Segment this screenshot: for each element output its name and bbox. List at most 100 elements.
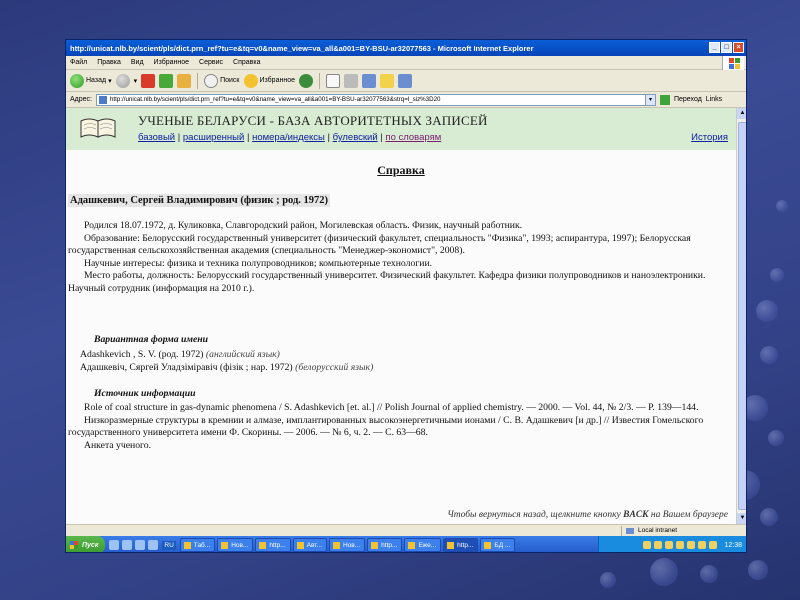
taskbar: Пуск RU Таб... Нов... http... Авт... Нов…	[66, 536, 746, 552]
bio-paragraph: Родился 18.07.1972, д. Куликовка, Славго…	[84, 220, 523, 231]
print-button[interactable]	[343, 73, 358, 88]
search-button[interactable]: Поиск	[204, 73, 240, 88]
language-indicator[interactable]: RU	[162, 540, 176, 550]
tray-icon[interactable]	[709, 541, 718, 549]
chevron-down-icon[interactable]: ▾	[134, 77, 138, 85]
variant-lang: (белорусский язык)	[295, 362, 374, 373]
open-book-icon	[80, 118, 116, 138]
start-button[interactable]: Пуск	[66, 536, 106, 552]
scroll-down-button[interactable]: ▼	[737, 513, 746, 524]
menu-favorites[interactable]: Избранное	[154, 59, 189, 66]
minimize-button[interactable]: _	[709, 42, 720, 53]
scroll-up-button[interactable]: ▲	[737, 108, 746, 119]
menu-view[interactable]: Вид	[131, 59, 144, 66]
star-icon	[243, 73, 258, 88]
back-arrow-icon	[70, 73, 84, 88]
nav-advanced-link[interactable]: расширенный	[183, 132, 244, 143]
tray-icon[interactable]	[687, 541, 696, 549]
site-header: УЧЕНЫЕ БЕЛАРУСИ - БАЗА АВТОРИТЕТНЫХ ЗАПИ…	[66, 108, 736, 150]
desktop-icon[interactable]	[135, 540, 146, 550]
maximize-button[interactable]: □	[721, 42, 732, 53]
menu-file[interactable]: Файл	[70, 59, 87, 66]
menu-edit[interactable]: Правка	[97, 59, 121, 66]
task-button[interactable]: Нов...	[328, 538, 366, 552]
tray-icon[interactable]	[643, 541, 652, 549]
history-link[interactable]: История	[691, 132, 728, 143]
history-button[interactable]	[298, 73, 313, 88]
vertical-scrollbar[interactable]: ▲ ▼	[736, 108, 746, 524]
nav-dictionaries-link[interactable]: по словарям	[385, 132, 441, 143]
close-button[interactable]: ×	[733, 42, 744, 53]
messenger-button[interactable]	[397, 73, 412, 88]
variant-item: Адашкевіч, Сяргей Уладзіміравіч (фізік ;…	[80, 361, 373, 374]
forward-button[interactable]	[115, 73, 130, 88]
links-button[interactable]: Links	[706, 96, 722, 103]
clock: 12:38	[724, 541, 742, 549]
scroll-thumb[interactable]	[738, 122, 746, 510]
source-list: Role of coal structure in gas-dynamic ph…	[68, 402, 723, 452]
tray-icon[interactable]	[665, 541, 674, 549]
tray-icon[interactable]	[698, 541, 707, 549]
back-button[interactable]: Назад ▾	[70, 73, 112, 88]
mail-button[interactable]	[325, 73, 340, 88]
search-mode-nav: базовый | расширенный | номера/индексы |…	[138, 132, 442, 143]
task-button[interactable]: Таб...	[179, 538, 216, 552]
back-instruction: Чтобы вернуться назад, щелкните кнопку B…	[447, 510, 728, 520]
edit-button[interactable]	[361, 73, 376, 88]
favorites-label: Избранное	[259, 77, 295, 84]
favorites-button[interactable]: Избранное	[243, 73, 295, 88]
person-heading: Адашкевич, Сергей Владимирович (физик ; …	[68, 194, 331, 207]
page-title: Справка	[377, 163, 425, 177]
address-input[interactable]: http://unicat.nlb.by/scient/pls/dict.prn…	[95, 93, 656, 106]
page-icon	[98, 95, 107, 104]
source-item: Role of coal structure in gas-dynamic ph…	[84, 402, 699, 413]
stop-button[interactable]	[141, 73, 156, 88]
search-icon	[204, 73, 219, 88]
variant-name: Adashkevich , S. V. (род. 1972)	[80, 349, 204, 360]
task-button[interactable]: Авт...	[292, 538, 327, 552]
address-label: Адрес:	[70, 96, 92, 103]
quick-launch	[105, 540, 162, 550]
menu-bar: Файл Правка Вид Избранное Сервис Справка	[66, 56, 746, 70]
chevron-down-icon: ▾	[108, 77, 112, 85]
task-button[interactable]: БД ...	[480, 538, 516, 552]
menu-tools[interactable]: Сервис	[199, 59, 223, 66]
tray-icon[interactable]	[654, 541, 663, 549]
ie-icon[interactable]	[109, 540, 120, 550]
nav-boolean-link[interactable]: булевский	[333, 132, 378, 143]
task-button[interactable]: http...	[367, 538, 403, 552]
search-label: Поиск	[220, 77, 240, 84]
outlook-icon[interactable]	[122, 540, 133, 550]
status-bar: Local intranet	[66, 524, 746, 536]
security-zone: Local intranet	[621, 526, 741, 536]
tray-icon[interactable]	[676, 541, 685, 549]
back-label: Назад	[86, 77, 107, 84]
variant-item: Adashkevich , S. V. (род. 1972) (английс…	[80, 348, 373, 361]
system-tray: 12:38	[598, 536, 746, 552]
address-bar: Адрес: http://unicat.nlb.by/scient/pls/d…	[66, 92, 746, 108]
variant-lang: (английский язык)	[205, 349, 280, 360]
nav-numbers-link[interactable]: номера/индексы	[252, 132, 325, 143]
source-heading: Источник информации	[94, 388, 196, 399]
task-button[interactable]: Еже...	[404, 538, 442, 552]
go-arrow-icon[interactable]	[659, 94, 670, 105]
go-button[interactable]: Переход	[674, 96, 702, 103]
task-button-active[interactable]: http...	[443, 538, 479, 552]
window-title: http://unicat.nlb.by/scient/pls/dict.prn…	[70, 43, 534, 53]
variant-list: Adashkevich , S. V. (род. 1972) (английс…	[80, 348, 373, 374]
task-button[interactable]: Нов...	[217, 538, 254, 552]
task-button[interactable]: http...	[255, 538, 291, 552]
windows-logo-icon	[722, 56, 744, 70]
title-bar: http://unicat.nlb.by/scient/pls/dict.prn…	[66, 40, 746, 56]
home-button[interactable]	[177, 73, 192, 88]
nav-basic-link[interactable]: базовый	[138, 132, 175, 143]
folder-button[interactable]	[379, 73, 394, 88]
variant-heading: Вариантная форма имени	[94, 334, 209, 345]
menu-help[interactable]: Справка	[233, 59, 260, 66]
site-title: УЧЕНЫЕ БЕЛАРУСИ - БАЗА АВТОРИТЕТНЫХ ЗАПИ…	[138, 113, 488, 128]
toolbar: Назад ▾ ▾ Поиск Избранное	[66, 70, 746, 92]
refresh-button[interactable]	[159, 73, 174, 88]
chevron-down-icon[interactable]: ▾	[644, 94, 655, 105]
bio-paragraph: Научные интересы: физика и техника полуп…	[84, 257, 433, 269]
media-icon[interactable]	[148, 540, 159, 550]
